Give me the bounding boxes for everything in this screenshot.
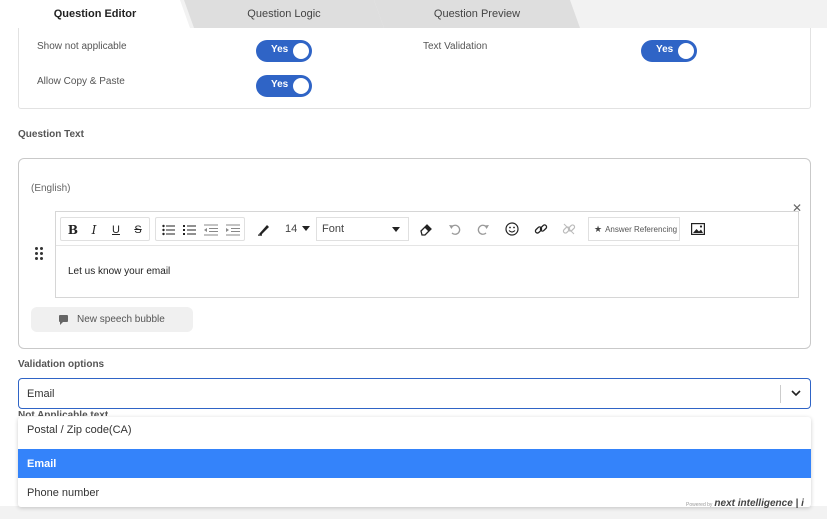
speech-bubble-icon [59,315,68,325]
powered-by-text: Powered by [686,502,713,508]
underline-icon[interactable]: U [107,222,125,238]
brand-logo: next intelligence | i [714,498,804,509]
validation-options-menu: Postal / Zip code(CA) Email Phone number [18,417,811,507]
chevron-down-icon [392,227,400,232]
show-not-applicable-toggle[interactable]: Yes [256,40,312,62]
editor-panel: Show not applicable Yes Text Validation … [0,28,827,507]
eraser-icon[interactable] [417,221,435,237]
settings-card: Show not applicable Yes Text Validation … [18,28,811,109]
numbered-list-icon[interactable] [180,222,198,238]
allow-copy-paste-toggle[interactable]: Yes [256,75,312,97]
speech-bubble-label: New speech bubble [77,314,165,325]
undo-icon[interactable] [445,221,463,237]
select-value: Email [27,388,55,400]
text-validation-label: Text Validation [423,41,488,52]
tab-question-logic[interactable]: Question Logic [184,0,384,28]
allow-copy-paste-label: Allow Copy & Paste [37,76,125,87]
not-applicable-text-heading: Not Applicable text [18,410,109,416]
validation-options-heading: Validation options [18,359,105,370]
strikethrough-icon[interactable]: S [129,222,147,238]
chevron-down-icon [302,226,310,231]
outdent-icon[interactable] [202,222,220,238]
tab-bar: Question Editor Question Logic Question … [0,0,827,28]
font-family-value: Font [322,223,345,235]
toggle-knob [293,78,309,94]
bold-icon[interactable]: B [64,222,82,238]
option-email[interactable]: Email [18,449,811,478]
option-postal-zip[interactable]: Postal / Zip code(CA) [18,417,811,444]
toggle-state-text: Yes [271,79,289,90]
select-divider [780,385,781,403]
text-style-group: B I U S [60,217,150,241]
answer-referencing-button[interactable]: ★ Answer Referencing [588,217,680,241]
text-color-icon[interactable] [255,221,273,237]
powered-by-footer: Powered by next intelligence | i [686,498,804,509]
font-family-select[interactable]: Font [316,217,409,241]
toggle-knob [678,43,694,59]
drag-handle-icon[interactable] [35,247,45,261]
validation-options-select[interactable]: Email [18,378,811,409]
answer-referencing-label: Answer Referencing [605,224,678,234]
list-group [155,217,245,241]
image-icon[interactable] [689,221,707,237]
show-not-applicable-label: Show not applicable [37,41,127,52]
italic-icon[interactable]: I [85,222,103,238]
unlink-icon[interactable] [560,221,578,237]
link-icon[interactable] [532,221,550,237]
rich-text-editor: B I U S 14 Font ★ Answer Referencing Let… [55,211,799,298]
redo-icon[interactable] [474,221,492,237]
toggle-knob [293,43,309,59]
tab-question-editor[interactable]: Question Editor [0,0,190,28]
indent-icon[interactable] [224,222,242,238]
font-size-value: 14 [285,223,298,235]
font-size-select[interactable]: 14 [280,217,312,241]
toggle-state-text: Yes [656,44,674,55]
question-text-heading: Question Text [18,129,84,140]
star-icon: ★ [594,223,603,234]
tab-question-preview[interactable]: Question Preview [374,0,580,28]
question-text-card: (English) ✕ B I U S 14 Font ★ Answer Ref… [18,158,811,349]
text-validation-toggle[interactable]: Yes [641,40,697,62]
language-label: (English) [31,183,71,194]
emoji-icon[interactable] [503,221,521,237]
new-speech-bubble-button[interactable]: New speech bubble [31,307,193,332]
bullet-list-icon[interactable] [159,222,177,238]
question-content[interactable]: Let us know your email [68,266,170,277]
chevron-down-icon[interactable] [790,387,802,399]
editor-toolbar: B I U S 14 Font ★ Answer Referencing [56,212,798,246]
toggle-state-text: Yes [271,44,289,55]
